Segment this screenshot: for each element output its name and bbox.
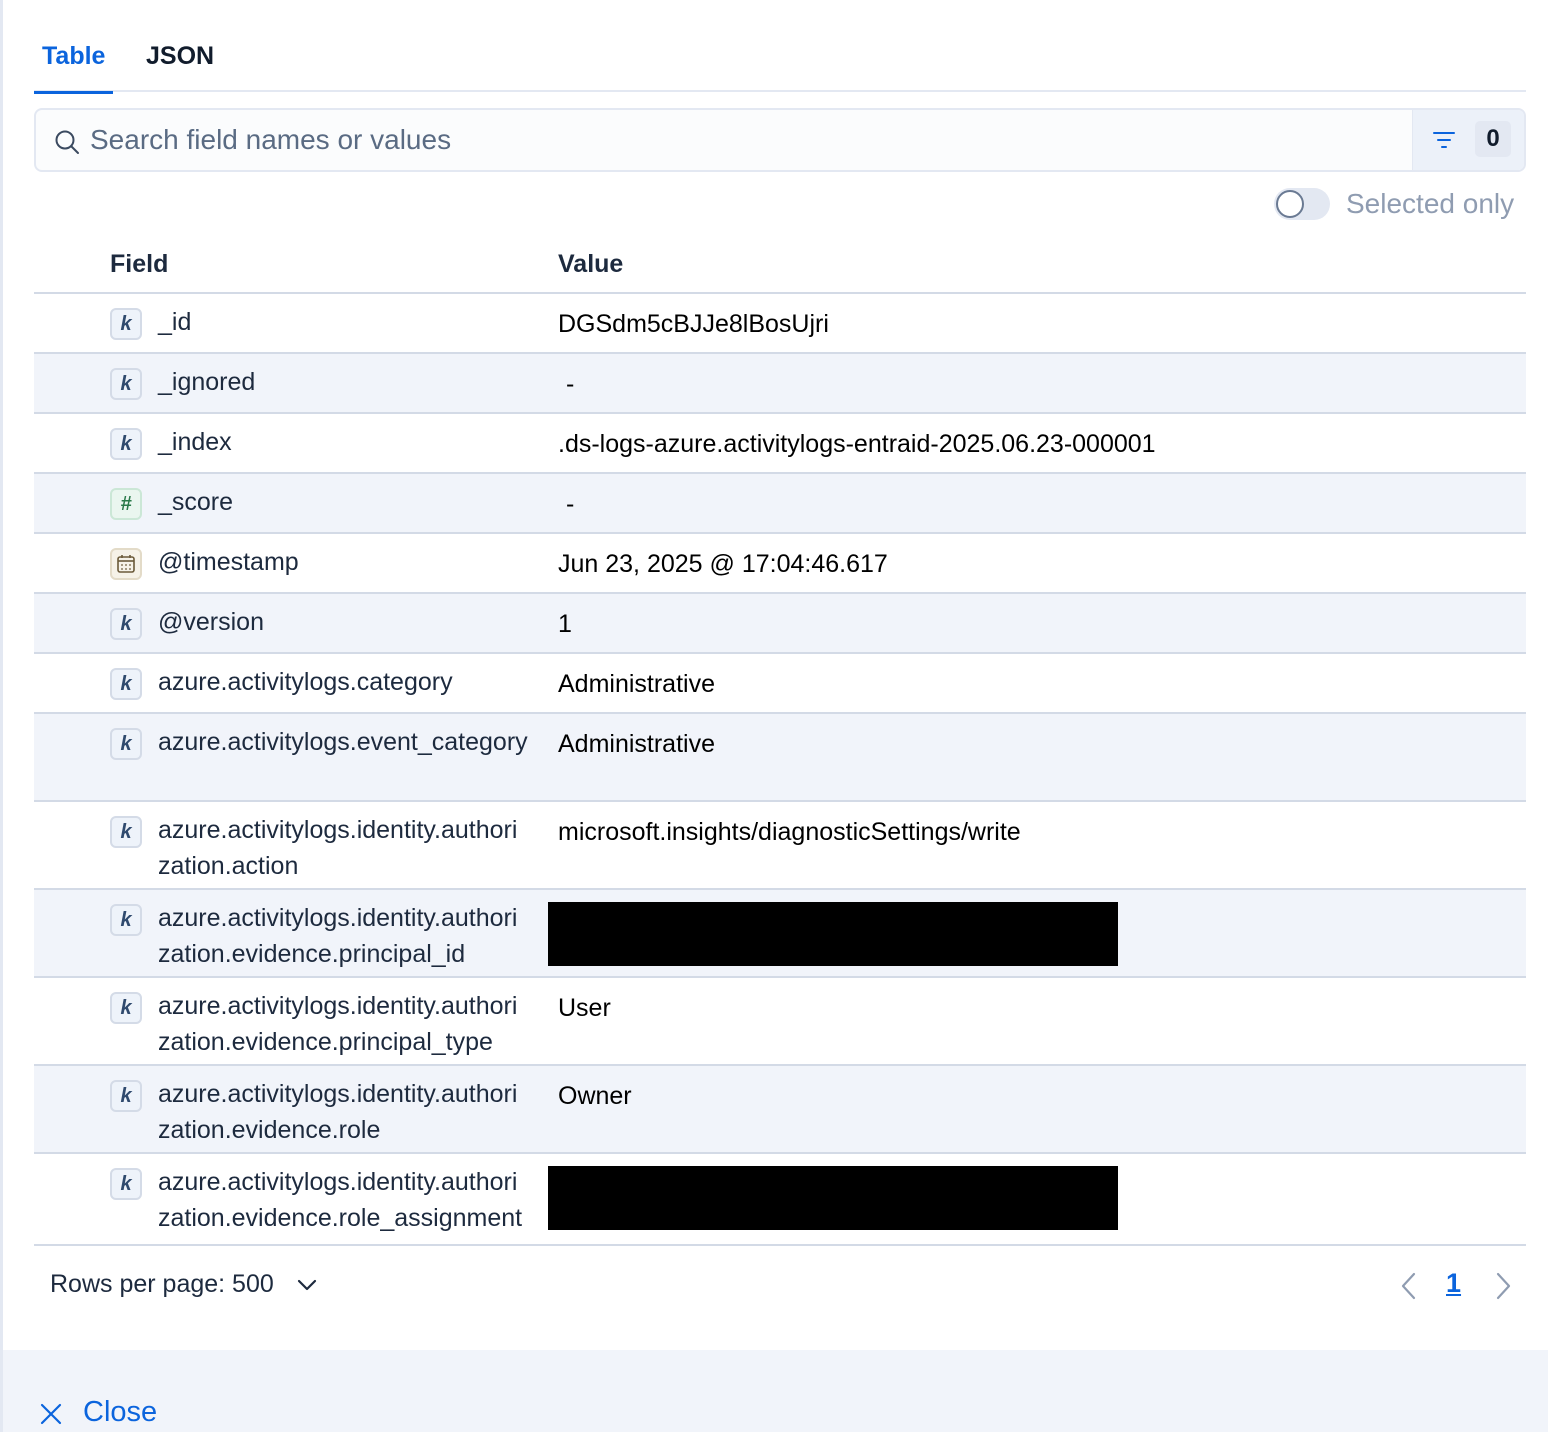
toggle-knob bbox=[1276, 190, 1304, 218]
table-row[interactable]: k azure.activitylogs.identity.authorizat… bbox=[34, 978, 1526, 1066]
table-row[interactable]: k _index .ds-logs-azure.activitylogs-ent… bbox=[34, 414, 1526, 474]
redacted-value bbox=[548, 1166, 1118, 1230]
keyword-type-icon: k bbox=[110, 1080, 142, 1112]
table-row[interactable]: k azure.activitylogs.identity.authorizat… bbox=[34, 1066, 1526, 1154]
close-button[interactable]: Close bbox=[83, 1396, 157, 1429]
field-type-filter-button[interactable]: 0 bbox=[1412, 110, 1524, 170]
table-row[interactable]: k _ignored - bbox=[34, 354, 1526, 414]
field-name: @version bbox=[158, 608, 264, 636]
chevron-down-icon[interactable] bbox=[296, 1276, 318, 1294]
keyword-type-icon: k bbox=[110, 816, 142, 848]
column-header-value: Value bbox=[558, 250, 624, 278]
keyword-type-icon: k bbox=[110, 904, 142, 936]
rows-per-page-button[interactable]: Rows per page: 500 bbox=[50, 1270, 274, 1299]
field-value: DGSdm5cBJJe8lBosUjri bbox=[558, 310, 829, 338]
date-type-icon bbox=[110, 548, 142, 580]
field-value: Owner bbox=[558, 1082, 632, 1110]
field-name: azure.activitylogs.identity.authorizatio… bbox=[158, 1080, 518, 1144]
number-type-icon: # bbox=[110, 488, 142, 520]
field-value: Administrative bbox=[558, 730, 715, 758]
table-row[interactable]: @timestamp Jun 23, 2025 @ 17:04:46.617 bbox=[34, 534, 1526, 594]
field-value: - bbox=[566, 490, 575, 518]
tab-json[interactable]: JSON bbox=[146, 42, 214, 92]
field-name: azure.activitylogs.identity.authorizatio… bbox=[158, 816, 518, 880]
column-header-field: Field bbox=[110, 250, 169, 278]
keyword-type-icon: k bbox=[110, 668, 142, 700]
keyword-type-icon: k bbox=[110, 428, 142, 460]
table-header: Field Value bbox=[34, 244, 1526, 294]
table-footer-divider bbox=[34, 1244, 1526, 1246]
keyword-type-icon: k bbox=[110, 308, 142, 340]
table-row[interactable]: # _score - bbox=[34, 474, 1526, 534]
keyword-type-icon: k bbox=[110, 368, 142, 400]
table-row[interactable]: k azure.activitylogs.identity.authorizat… bbox=[34, 802, 1526, 890]
field-value: Administrative bbox=[558, 670, 715, 698]
table-body: k _id DGSdm5cBJJe8lBosUjri k _ignored - … bbox=[34, 294, 1526, 1244]
table-row[interactable]: k @version 1 bbox=[34, 594, 1526, 654]
table-row[interactable]: k azure.activitylogs.category Administra… bbox=[34, 654, 1526, 714]
filter-count-badge: 0 bbox=[1475, 121, 1511, 157]
field-value: microsoft.insights/diagnosticSettings/wr… bbox=[558, 818, 1021, 846]
field-name: azure.activitylogs.identity.authorizatio… bbox=[158, 1168, 523, 1244]
field-value: Jun 23, 2025 @ 17:04:46.617 bbox=[558, 550, 888, 578]
field-value: - bbox=[566, 370, 575, 398]
field-name: _index bbox=[158, 428, 232, 456]
redacted-value bbox=[548, 902, 1118, 966]
chevron-right-icon[interactable] bbox=[1492, 1270, 1514, 1302]
table-row[interactable]: k azure.activitylogs.event_category Admi… bbox=[34, 714, 1526, 802]
close-icon[interactable] bbox=[39, 1402, 63, 1426]
tab-table[interactable]: Table bbox=[33, 42, 114, 94]
field-value: 1 bbox=[558, 610, 572, 638]
filter-icon bbox=[1433, 132, 1455, 148]
search-bar: 0 bbox=[34, 108, 1526, 172]
selected-only-toggle[interactable] bbox=[1274, 188, 1330, 220]
table-row[interactable]: k azure.activitylogs.identity.authorizat… bbox=[34, 1154, 1526, 1244]
tab-bar: Table JSON bbox=[33, 30, 1526, 94]
search-icon bbox=[55, 130, 79, 154]
field-name: _score bbox=[158, 488, 234, 516]
keyword-type-icon: k bbox=[110, 608, 142, 640]
keyword-type-icon: k bbox=[110, 1168, 142, 1200]
field-name: _id bbox=[158, 308, 192, 336]
page-number-button[interactable]: 1 bbox=[1446, 1268, 1461, 1299]
table-row[interactable]: k _id DGSdm5cBJJe8lBosUjri bbox=[34, 294, 1526, 354]
keyword-type-icon: k bbox=[110, 728, 142, 760]
table-row[interactable]: k azure.activitylogs.identity.authorizat… bbox=[34, 890, 1526, 978]
field-name: azure.activitylogs.event_category bbox=[158, 728, 528, 756]
field-name: azure.activitylogs.category bbox=[158, 668, 453, 696]
field-name: azure.activitylogs.identity.authorizatio… bbox=[158, 904, 518, 968]
field-name: @timestamp bbox=[158, 548, 299, 576]
selected-only-label: Selected only bbox=[1346, 188, 1515, 219]
chevron-left-icon[interactable] bbox=[1398, 1270, 1420, 1302]
field-name: azure.activitylogs.identity.authorizatio… bbox=[158, 992, 518, 1056]
keyword-type-icon: k bbox=[110, 992, 142, 1024]
field-value: .ds-logs-azure.activitylogs-entraid-2025… bbox=[558, 430, 1156, 458]
field-name: _ignored bbox=[158, 368, 256, 396]
flyout-left-border bbox=[0, 0, 3, 1432]
search-input[interactable] bbox=[90, 120, 1400, 160]
flyout-footer: Close bbox=[3, 1350, 1548, 1432]
field-value: User bbox=[558, 994, 611, 1022]
